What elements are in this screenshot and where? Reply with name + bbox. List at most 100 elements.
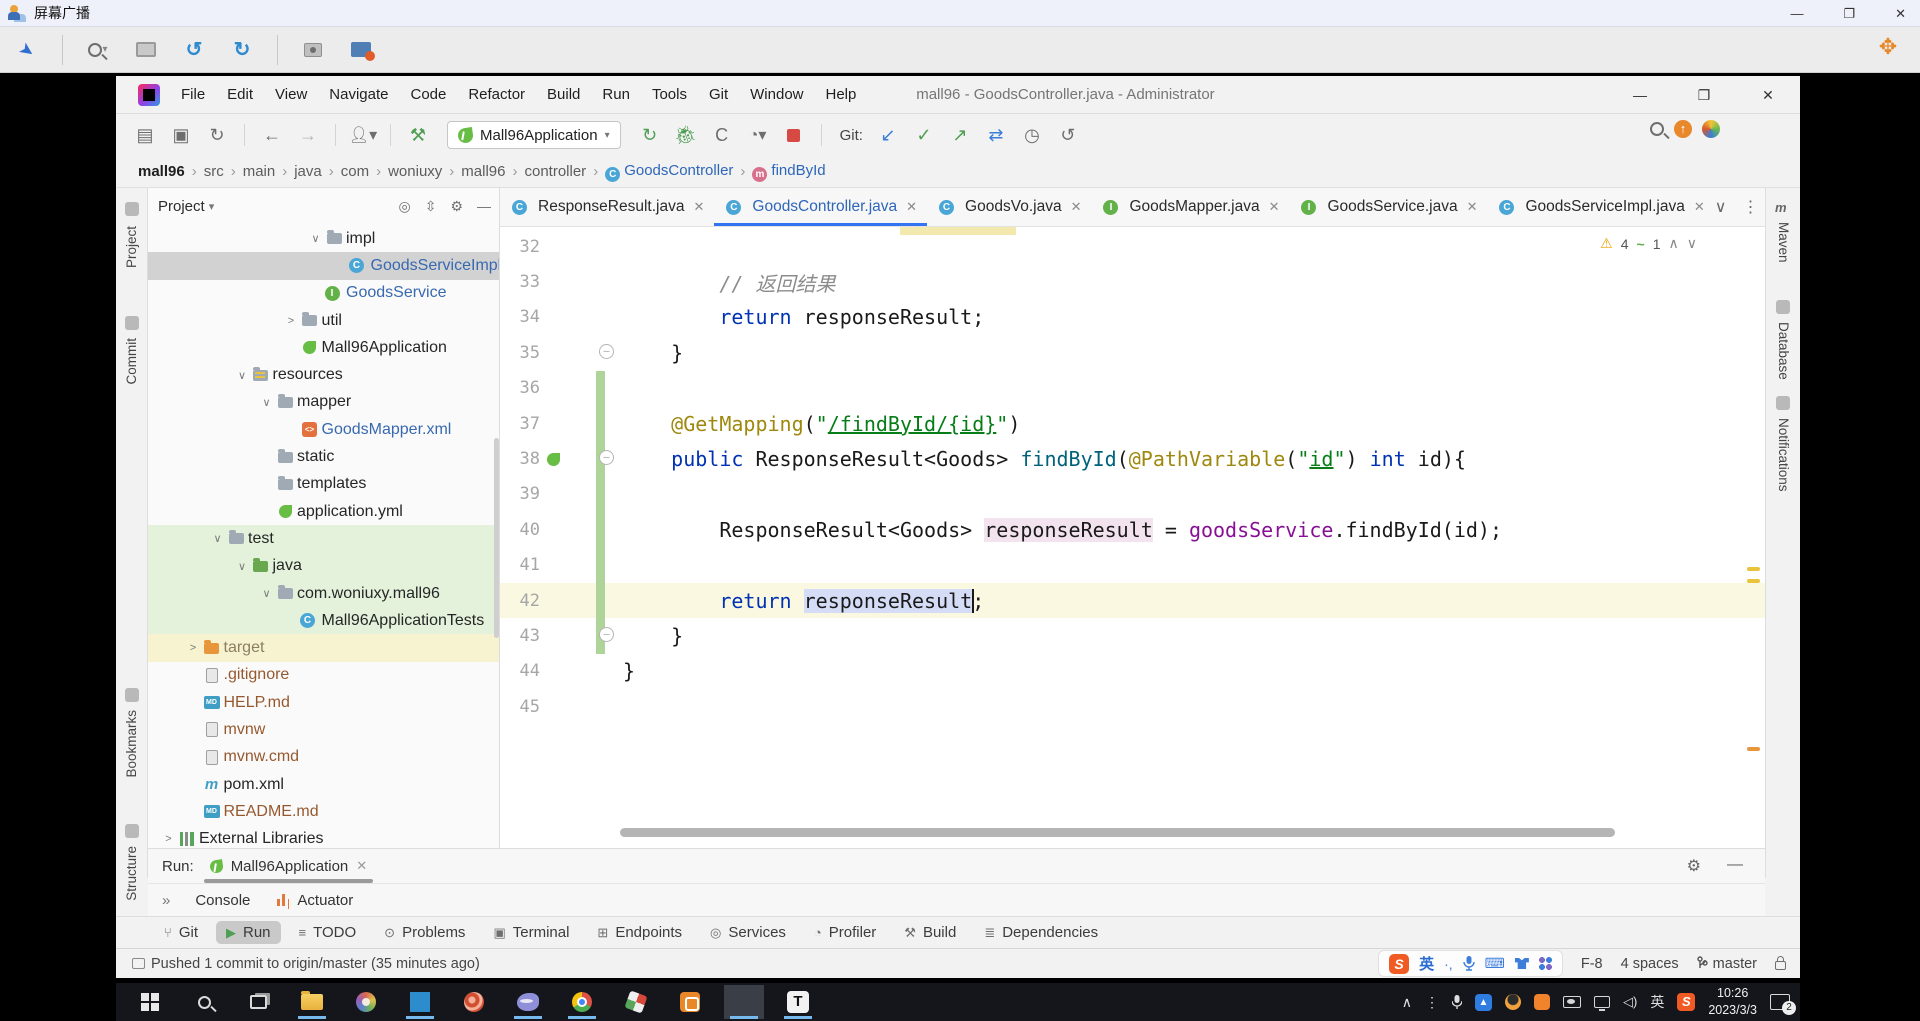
indent-setting[interactable]: 4 spaces — [1621, 956, 1679, 972]
pinwheel-app-icon[interactable] — [616, 985, 656, 1019]
undo-icon[interactable]: ↺ — [181, 37, 207, 63]
keyboard-icon[interactable]: ⌨ — [1485, 955, 1505, 972]
skin-icon[interactable] — [1515, 958, 1529, 969]
close-button[interactable]: ✕ — [1736, 76, 1800, 114]
tree-item[interactable]: static — [148, 443, 499, 470]
breadcrumb-item[interactable]: controller — [524, 163, 586, 180]
toolbox-icon[interactable] — [1539, 957, 1552, 970]
close-icon[interactable]: ✕ — [1467, 199, 1478, 215]
speaker-icon[interactable]: ◁) — [1623, 994, 1637, 1010]
strip-item-notifications[interactable]: Notifications — [1776, 418, 1791, 492]
tree-item[interactable]: ∨test — [148, 525, 499, 552]
tree-item[interactable]: Mall96Application — [148, 334, 499, 361]
search-button[interactable] — [184, 985, 224, 1019]
horizontal-scrollbar[interactable] — [620, 828, 1615, 837]
profile-icon[interactable]: 👤︎▾ — [348, 121, 378, 149]
close-button[interactable]: ✕ — [1895, 6, 1906, 22]
collapse-all-icon[interactable]: ⇳ — [425, 198, 437, 215]
menu-build[interactable]: Build — [538, 82, 589, 107]
tree-chevron-icon[interactable]: ∨ — [209, 532, 226, 545]
tree-item[interactable]: .gitignore — [148, 662, 499, 689]
punctuation-icon[interactable]: ·, — [1444, 956, 1453, 972]
strip-item-database[interactable]: Database — [1776, 322, 1791, 380]
git-branch-widget[interactable]: master — [1697, 956, 1757, 972]
toolwindow-endpoints[interactable]: ⊞Endpoints — [587, 921, 692, 944]
screen-icon[interactable] — [133, 37, 159, 63]
fold-marker-icon[interactable]: – — [599, 344, 614, 359]
toolwindow-profiler[interactable]: ◔Profiler — [804, 921, 886, 944]
debug-icon[interactable]: 🐞︎ — [671, 121, 701, 149]
fullscreen-expand-icon[interactable]: ✥ — [1874, 33, 1902, 61]
tab-console[interactable]: Console — [195, 892, 250, 909]
tree-item[interactable]: application.yml — [148, 498, 499, 525]
close-icon[interactable]: ✕ — [356, 858, 367, 874]
open-icon[interactable]: ▤ — [130, 121, 160, 149]
tab-goodsservice-java[interactable]: IGoodsService.java✕ — [1289, 188, 1487, 226]
breadcrumb-item[interactable]: java — [294, 163, 322, 180]
chrome-icon[interactable] — [562, 985, 602, 1019]
search-everywhere-icon[interactable] — [1650, 122, 1664, 136]
strip-item-project[interactable]: Project — [124, 226, 139, 268]
tree-chevron-icon[interactable]: > — [283, 315, 300, 327]
breadcrumb-item[interactable]: woniuxy — [388, 163, 442, 180]
tab-goodsmapper-java[interactable]: IGoodsMapper.java✕ — [1091, 188, 1289, 226]
forward-icon[interactable]: → — [293, 121, 323, 149]
git-cherrypick-icon[interactable]: ⇄ — [981, 121, 1011, 149]
code-line[interactable]: 32 — [500, 229, 1765, 264]
git-commit-icon[interactable]: ✓ — [909, 121, 939, 149]
record-icon[interactable] — [348, 37, 374, 63]
coverage-icon[interactable]: C — [707, 121, 737, 149]
tray-sogou-icon[interactable]: S — [1677, 993, 1695, 1011]
tree-item[interactable]: ∨java — [148, 553, 499, 580]
toolwindow-problems[interactable]: ⊙Problems — [374, 921, 475, 944]
maximize-button[interactable]: ❐ — [1843, 6, 1855, 22]
locate-icon[interactable]: ◎ — [398, 198, 410, 215]
menu-edit[interactable]: Edit — [218, 82, 262, 107]
toolwindow-services[interactable]: ◎Services — [700, 921, 796, 944]
tab-actuator[interactable]: Actuator — [276, 892, 353, 909]
vscode-icon[interactable] — [400, 985, 440, 1019]
profiler-icon[interactable]: ◔▾ — [743, 121, 773, 149]
breadcrumb-item[interactable]: com — [341, 163, 369, 180]
project-panel-title[interactable]: Project — [158, 198, 205, 215]
tree-item[interactable]: CMall96ApplicationTests — [148, 607, 499, 634]
start-button[interactable] — [130, 985, 170, 1019]
code-line[interactable]: 45 — [500, 689, 1765, 724]
fold-marker-icon[interactable]: – — [599, 627, 614, 642]
toolwindow-build[interactable]: ⚒Build — [894, 921, 966, 944]
hide-panel-icon[interactable]: — — [1727, 856, 1743, 876]
tree-item[interactable]: MDREADME.md — [148, 798, 499, 825]
red-spiral-app-icon[interactable] — [454, 985, 494, 1019]
tray-microphone-icon[interactable] — [1452, 995, 1462, 1010]
menu-window[interactable]: Window — [741, 82, 812, 107]
breadcrumb-item[interactable]: mfindById — [752, 162, 825, 182]
save-icon[interactable]: ▣ — [166, 121, 196, 149]
close-icon[interactable]: ✕ — [1269, 199, 1280, 215]
rollback-icon[interactable]: ↺ — [1053, 121, 1083, 149]
menu-navigate[interactable]: Navigate — [320, 82, 397, 107]
code-line[interactable]: 42 return responseResult; — [500, 583, 1765, 618]
tree-chevron-icon[interactable]: ∨ — [234, 369, 251, 382]
tree-item[interactable]: ∨resources — [148, 361, 499, 388]
strip-item-structure[interactable]: Structure — [124, 846, 139, 901]
display-icon[interactable] — [1594, 996, 1610, 1008]
tab-goodsserviceimpl-java[interactable]: CGoodsServiceImpl.java✕ — [1487, 188, 1714, 226]
tree-item[interactable]: ∨impl — [148, 225, 499, 252]
tab-responseresult-java[interactable]: CResponseResult.java✕ — [500, 188, 714, 226]
breadcrumb-item[interactable]: main — [243, 163, 276, 180]
tree-item[interactable]: mvnw — [148, 716, 499, 743]
zoom-icon[interactable]: ▾ — [85, 37, 111, 63]
camera-icon[interactable] — [300, 37, 326, 63]
spring-run-gutter-icon[interactable] — [547, 453, 560, 466]
tray-qq-icon[interactable] — [1505, 994, 1521, 1010]
run-config-selector[interactable]: Mall96Application ▾ — [447, 121, 621, 149]
code-line[interactable]: 41 — [500, 548, 1765, 583]
tree-item[interactable]: IGoodsService — [148, 280, 499, 307]
build-hammer-icon[interactable]: ⚒ — [403, 121, 433, 149]
project-scrollbar[interactable] — [494, 438, 499, 638]
code-line[interactable]: 35– } — [500, 335, 1765, 370]
toolwindow-terminal[interactable]: ▣Terminal — [483, 921, 579, 944]
tree-chevron-icon[interactable]: ∨ — [307, 232, 324, 245]
gear-icon[interactable]: ⚙ — [450, 198, 463, 215]
tree-item[interactable]: mvnw.cmd — [148, 744, 499, 771]
